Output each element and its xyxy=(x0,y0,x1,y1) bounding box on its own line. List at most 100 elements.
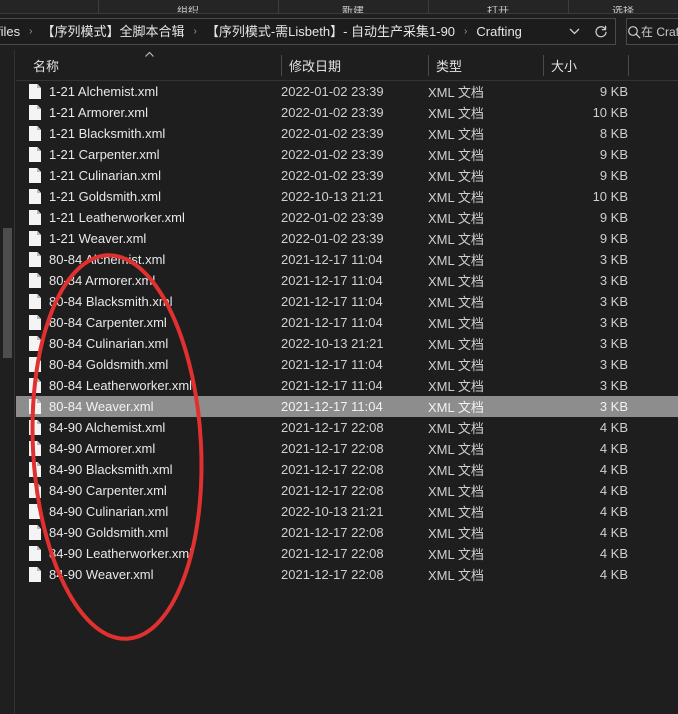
file-size: 4 KB xyxy=(599,504,628,519)
column-header-name[interactable]: 名称 xyxy=(33,50,59,81)
xml-file-icon xyxy=(29,420,41,435)
file-name: 1-21 Armorer.xml xyxy=(49,105,148,120)
file-name: 1-21 Blacksmith.xml xyxy=(49,126,166,141)
file-name: 80-84 Carpenter.xml xyxy=(49,315,167,330)
table-row[interactable]: 1-21 Leatherworker.xml 2022-01-02 23:39 XM… xyxy=(16,207,678,228)
breadcrumb[interactable]: files › 【序列模式】全脚本合辑 › 【序列模式-需Lisbeth】- 自… xyxy=(0,18,616,45)
table-row[interactable]: 84-90 Carpenter.xml 2021-12-17 22:08 XML 文… xyxy=(16,480,678,501)
table-row[interactable]: 80-84 Culinarian.xml 2022-10-13 21:21 XML … xyxy=(16,333,678,354)
breadcrumb-item-all-scripts[interactable]: 【序列模式】全脚本合辑 xyxy=(39,19,186,44)
file-name: 1-21 Weaver.xml xyxy=(49,231,147,246)
file-size: 4 KB xyxy=(599,462,628,477)
file-size: 4 KB xyxy=(599,525,628,540)
table-row[interactable]: 80-84 Leatherworker.xml 2021-12-17 11:04 X… xyxy=(16,375,678,396)
navigation-pane xyxy=(0,50,15,714)
table-row[interactable]: 80-84 Carpenter.xml 2021-12-17 11:04 XML 文… xyxy=(16,312,678,333)
column-header-date-modified[interactable]: 修改日期 xyxy=(289,50,341,81)
xml-file-icon xyxy=(29,504,41,519)
file-name: 84-90 Leatherworker.xml xyxy=(49,546,193,561)
ribbon-group-select-label: 选择 xyxy=(612,6,634,14)
refresh-icon[interactable] xyxy=(587,19,615,44)
table-row[interactable]: 84-90 Leatherworker.xml 2021-12-17 22:08 X… xyxy=(16,543,678,564)
table-row[interactable]: 1-21 Alchemist.xml 2022-01-02 23:39 XML 文档… xyxy=(16,81,678,102)
navigation-pane-scrollbar-thumb[interactable] xyxy=(3,228,12,358)
file-name: 1-21 Leatherworker.xml xyxy=(49,210,185,225)
table-row[interactable]: 80-84 Armorer.xml 2021-12-17 11:04 XML 文档 3… xyxy=(16,270,678,291)
table-row[interactable]: 80-84 Goldsmith.xml 2021-12-17 11:04 XML 文… xyxy=(16,354,678,375)
ribbon-group-open[interactable]: 打开 xyxy=(428,0,568,13)
file-type: XML 文档 xyxy=(428,274,484,289)
table-row[interactable]: 84-90 Blacksmith.xml 2021-12-17 22:08 XML … xyxy=(16,459,678,480)
file-size: 3 KB xyxy=(599,315,628,330)
column-header-type[interactable]: 类型 xyxy=(436,50,462,81)
file-date-modified: 2022-10-13 21:21 xyxy=(281,336,384,351)
ribbon-group-select[interactable]: 选择 xyxy=(568,0,678,14)
address-bar-actions xyxy=(561,19,615,44)
ribbon-group-organize[interactable]: 组织 xyxy=(98,0,278,13)
file-size: 9 KB xyxy=(599,147,628,162)
search-icon xyxy=(627,19,641,44)
search-input[interactable]: 在 Crafting 中搜索 xyxy=(626,18,678,45)
file-date-modified: 2021-12-17 22:08 xyxy=(281,567,384,582)
xml-file-icon xyxy=(29,462,41,477)
xml-file-icon xyxy=(29,357,41,372)
file-size: 9 KB xyxy=(599,84,628,99)
file-name: 84-90 Goldsmith.xml xyxy=(49,525,169,540)
file-type: XML 文档 xyxy=(428,400,484,415)
file-date-modified: 2021-12-17 11:04 xyxy=(281,273,383,288)
table-row[interactable]: 84-90 Culinarian.xml 2022-10-13 21:21 XML … xyxy=(16,501,678,522)
column-header-size[interactable]: 大小 xyxy=(551,50,577,81)
table-row[interactable]: 1-21 Weaver.xml 2022-01-02 23:39 XML 文档 9 K… xyxy=(16,228,678,249)
ribbon-group-new[interactable]: 新建 xyxy=(278,0,428,13)
breadcrumb-separator-icon: › xyxy=(193,26,197,37)
file-name: 80-84 Armorer.xml xyxy=(49,273,156,288)
table-row[interactable]: 1-21 Blacksmith.xml 2022-01-02 23:39 XML 文… xyxy=(16,123,678,144)
table-row[interactable]: 80-84 Blacksmith.xml 2021-12-17 11:04 XML … xyxy=(16,291,678,312)
file-name: 80-84 Culinarian.xml xyxy=(49,336,169,351)
table-row[interactable]: 84-90 Weaver.xml 2021-12-17 22:08 XML 文档 4 … xyxy=(16,564,678,585)
file-name: 84-90 Carpenter.xml xyxy=(49,483,167,498)
breadcrumb-item-crafting[interactable]: Crafting xyxy=(474,19,524,44)
file-size: 10 KB xyxy=(592,105,628,120)
file-date-modified: 2021-12-17 22:08 xyxy=(281,546,384,561)
file-size: 4 KB xyxy=(599,483,628,498)
file-name: 80-84 Weaver.xml xyxy=(49,399,154,414)
table-row[interactable]: 1-21 Carpenter.xml 2022-01-02 23:39 XML 文档… xyxy=(16,144,678,165)
file-list: 1-21 Alchemist.xml 2022-01-02 23:39 XML 文档… xyxy=(16,81,678,585)
xml-file-icon xyxy=(29,210,41,225)
chevron-down-icon[interactable] xyxy=(561,19,587,44)
file-date-modified: 2021-12-17 11:04 xyxy=(281,315,383,330)
table-row[interactable]: 84-90 Alchemist.xml 2021-12-17 22:08 XML 文… xyxy=(16,417,678,438)
breadcrumb-item-lisbeth[interactable]: 【序列模式-需Lisbeth】- 自动生产采集1-90 xyxy=(204,19,457,44)
xml-file-icon xyxy=(29,105,41,120)
file-name: 84-90 Alchemist.xml xyxy=(49,420,166,435)
file-date-modified: 2021-12-17 11:04 xyxy=(281,378,383,393)
xml-file-icon xyxy=(29,294,41,309)
table-row[interactable]: 84-90 Goldsmith.xml 2021-12-17 22:08 XML 文… xyxy=(16,522,678,543)
xml-file-icon xyxy=(29,546,41,561)
navigation-pane-scrollbar[interactable] xyxy=(1,50,14,714)
breadcrumb-item-files[interactable]: files xyxy=(0,19,22,44)
file-size: 4 KB xyxy=(599,420,628,435)
file-date-modified: 2022-01-02 23:39 xyxy=(281,210,384,225)
file-date-modified: 2021-12-17 11:04 xyxy=(281,252,383,267)
table-row[interactable]: 80-84 Weaver.xml 2021-12-17 11:04 XML 文档 3 … xyxy=(16,396,678,417)
xml-file-icon xyxy=(29,567,41,582)
file-date-modified: 2022-01-02 23:39 xyxy=(281,84,384,99)
file-date-modified: 2021-12-17 11:04 xyxy=(281,294,383,309)
file-size: 3 KB xyxy=(599,378,628,393)
table-row[interactable]: 1-21 Goldsmith.xml 2022-10-13 21:21 XML 文档… xyxy=(16,186,678,207)
table-row[interactable]: 84-90 Armorer.xml 2021-12-17 22:08 XML 文档 4… xyxy=(16,438,678,459)
table-row[interactable]: 1-21 Armorer.xml 2022-01-02 23:39 XML 文档 10… xyxy=(16,102,678,123)
table-row[interactable]: 80-84 Alchemist.xml 2021-12-17 11:04 XML 文… xyxy=(16,249,678,270)
file-size: 3 KB xyxy=(599,252,628,267)
file-name: 1-21 Culinarian.xml xyxy=(49,168,161,183)
file-type: XML 文档 xyxy=(428,358,484,373)
file-type: XML 文档 xyxy=(428,463,484,478)
file-explorer-window: 组织 新建 打开 选择 files › 【序列模式】全脚本合辑 › 【序列模式-… xyxy=(0,0,678,714)
table-row[interactable]: 1-21 Culinarian.xml 2022-01-02 23:39 XML 文… xyxy=(16,165,678,186)
file-date-modified: 2022-01-02 23:39 xyxy=(281,126,384,141)
file-type: XML 文档 xyxy=(428,526,484,541)
address-bar: files › 【序列模式】全脚本合辑 › 【序列模式-需Lisbeth】- 自… xyxy=(0,14,678,50)
file-type: XML 文档 xyxy=(428,421,484,436)
